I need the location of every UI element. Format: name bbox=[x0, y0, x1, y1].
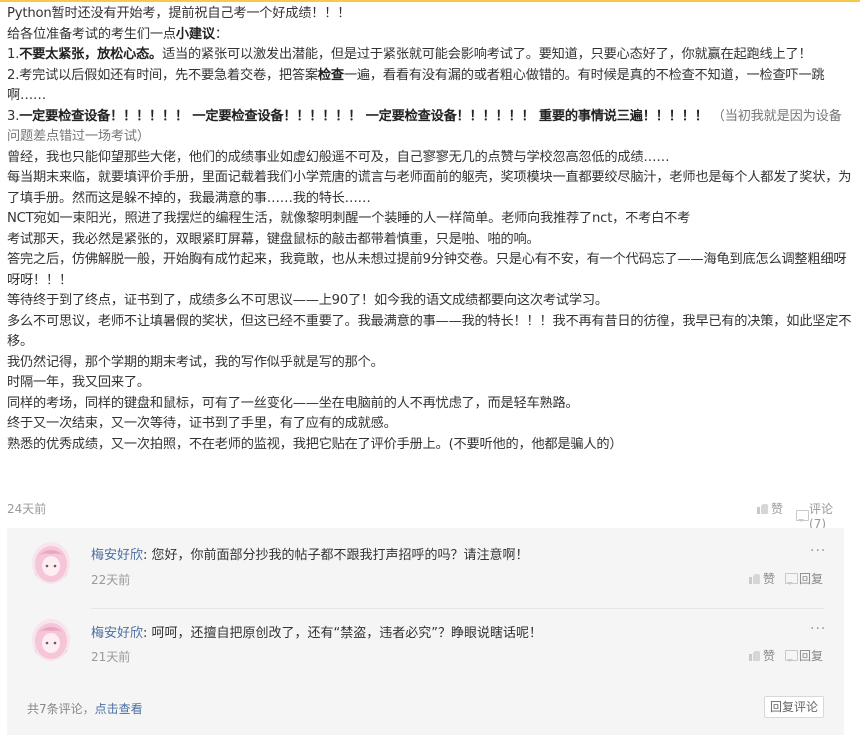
post-line: 考试那天，我必然是紧张的，双眼紧盯屏幕，键盘鼠标的敲击都带着慎重，只是啪、啪的响… bbox=[7, 231, 540, 247]
comment-text: 您好，你前面部分抄我的帖子都不跟我打声招呼的吗？请注意啊！ bbox=[151, 548, 529, 563]
comment-reply-button[interactable]: 回复 bbox=[784, 570, 823, 587]
comment-like-label: 赞 bbox=[763, 572, 776, 586]
post-line: 同样的考场，同样的键盘和鼠标，可有了一丝变化——坐在电脑前的人不再忧虑了，而是轻… bbox=[7, 395, 579, 411]
post-line: 熟悉的优秀成绩，又一次拍照，不在老师的监视，我把它贴在了评价手册上。(不要听他的… bbox=[7, 436, 623, 452]
post-meta: 24天前 赞 评论(7) bbox=[7, 498, 847, 531]
comment-author-link[interactable]: 梅安好欣 bbox=[91, 626, 143, 641]
thumbs-up-icon bbox=[748, 572, 761, 585]
more-options-icon[interactable]: ··· bbox=[810, 622, 826, 636]
comment-text: 呵呵，还擅自把原创改了，还有“禁盗，违者必究”？睁眼说瞎话呢！ bbox=[151, 626, 543, 641]
comment-icon bbox=[784, 572, 798, 585]
thumbs-up-icon bbox=[748, 649, 761, 662]
comment-time: 22天前 bbox=[91, 573, 131, 587]
top-accent-line bbox=[0, 0, 860, 2]
comment-like-label: 赞 bbox=[763, 649, 776, 663]
view-comments-link[interactable]: 点击查看 bbox=[95, 702, 143, 716]
post-line: Python暂时还没有开始考，提前祝自己考一个好成绩！！！ bbox=[7, 6, 351, 21]
avatar-image bbox=[32, 542, 70, 584]
comment-reply-button[interactable]: 回复 bbox=[784, 647, 823, 664]
post-line: 每当期末来临，就要填评价手册，里面记载着我们小学荒唐的谎言与老师面前的躯壳，奖项… bbox=[7, 170, 852, 206]
comment-count: 共7条评论， bbox=[27, 702, 95, 716]
comment-line: 梅安好欣: 呵呵，还擅自把原创改了，还有“禁盗，违者必究”？睁眼说瞎话呢！ bbox=[91, 622, 542, 641]
reply-comment-button[interactable]: 回复评论 bbox=[764, 696, 824, 718]
post-time: 24天前 bbox=[7, 502, 47, 516]
like-button[interactable]: 赞 bbox=[756, 500, 783, 517]
comment-like-button[interactable]: 赞 bbox=[748, 570, 775, 587]
post-line: 曾经，我也只能仰望那些大佬，他们的成绩事业如虚幻般遥不可及，自己寥寥无几的点赞与… bbox=[7, 149, 670, 165]
comment-item: 梅安好欣: 呵呵，还擅自把原创改了，还有“禁盗，违者必究”？睁眼说瞎话呢！ 21… bbox=[7, 608, 844, 688]
comment-footer: 共7条评论，点击查看 bbox=[27, 700, 143, 717]
avatar[interactable] bbox=[32, 542, 70, 584]
comment-item: 梅安好欣: 您好，你前面部分抄我的帖子都不跟我打声招呼的吗？请注意啊！ 22天前… bbox=[7, 528, 844, 609]
thumbs-up-icon bbox=[756, 502, 769, 515]
comment-icon bbox=[795, 509, 810, 522]
more-options-icon[interactable]: ··· bbox=[810, 544, 826, 558]
avatar[interactable] bbox=[32, 619, 70, 661]
comment-author-link[interactable]: 梅安好欣 bbox=[91, 548, 143, 563]
post-line: 时隔一年，我又回来了。 bbox=[7, 375, 150, 390]
comment-like-button[interactable]: 赞 bbox=[748, 647, 775, 664]
post-line: 等待终于到了终点，证书到了，成绩多么不可思议——上90了！如今我的语文成绩都要向… bbox=[7, 293, 608, 308]
comment-separator: : bbox=[143, 626, 148, 641]
post-line: 我仍然记得，那个学期的期末考试，我的写作似乎就是写的那个。 bbox=[7, 354, 384, 370]
post-line: NCT宛如一束阳光，照进了我摆烂的编程生活，就像黎明刺醒一个装睡的人一样简单。老… bbox=[7, 211, 691, 226]
comment-reply-label: 回复 bbox=[799, 572, 824, 586]
comment-icon bbox=[784, 649, 798, 662]
post-line: 给各位准备考试的考生们一点小建议： bbox=[7, 26, 228, 42]
post-line: 答完之后，仿佛解脱一般，开始胸有成竹起来，我竟敢，也从未想过提前9分钟交卷。只是… bbox=[7, 252, 847, 288]
comment-time: 21天前 bbox=[91, 650, 131, 664]
avatar-image bbox=[32, 619, 70, 661]
post-line: 2.考完试以后假如还有时间，先不要急着交卷，把答案检查一遍，看看有没有漏的或者粗… bbox=[7, 67, 825, 104]
comment-line: 梅安好欣: 您好，你前面部分抄我的帖子都不跟我打声招呼的吗？请注意啊！ bbox=[91, 544, 529, 563]
comment-separator: : bbox=[143, 548, 148, 563]
comment-reply-label: 回复 bbox=[799, 649, 824, 663]
post-line: 多么不可思议，老师不让填暑假的奖状，但这已经不重要了。我最满意的事——我的特长！… bbox=[7, 313, 852, 350]
post-line: 3.一定要检查设备！！！！！！ 一定要检查设备！！！！！！ 一定要检查设备！！！… bbox=[7, 108, 842, 145]
comment-label: 评论(7) bbox=[809, 502, 834, 531]
like-label: 赞 bbox=[771, 502, 784, 516]
post-line: 终于又一次结束，又一次等待，证书到了手里，有了应有的成就感。 bbox=[7, 416, 397, 431]
comment-list: 梅安好欣: 您好，你前面部分抄我的帖子都不跟我打声招呼的吗？请注意啊！ 22天前… bbox=[7, 528, 844, 735]
post-body: Python暂时还没有开始考，提前祝自己考一个好成绩！！！ 给各位准备考试的考生… bbox=[7, 4, 853, 455]
comment-button[interactable]: 评论(7) bbox=[795, 500, 847, 531]
post-line: 1.不要太紧张，放松心态。适当的紧张可以激发出潜能，但是过于紧张就可能会影响考试… bbox=[7, 47, 812, 62]
